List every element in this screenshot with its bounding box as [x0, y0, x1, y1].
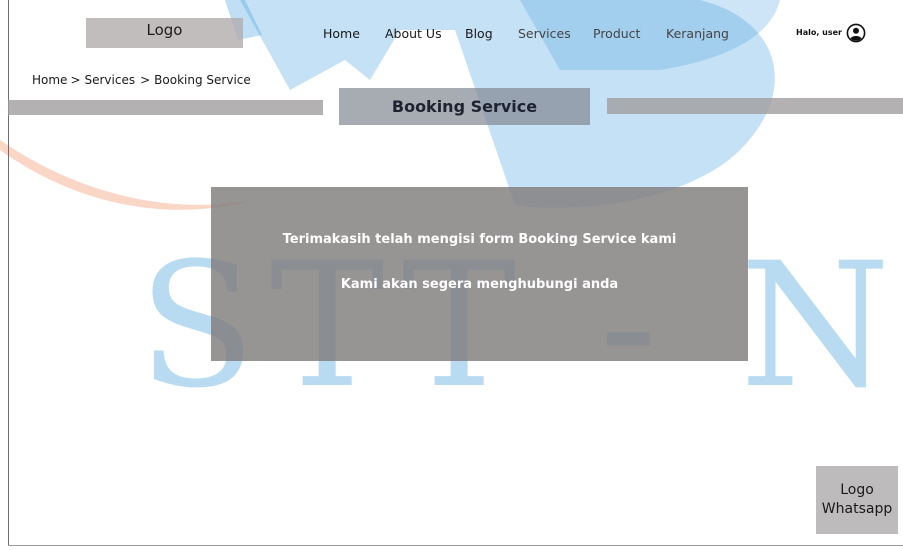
confirmation-thanks-text: Terimakasih telah mengisi form Booking S… [282, 232, 677, 247]
whatsapp-label-line2: Whatsapp [821, 501, 893, 517]
user-circle-icon[interactable] [846, 23, 866, 43]
nav-keranjang[interactable]: Keranjang [666, 26, 729, 41]
confirmation-card: Terimakasih telah mengisi form Booking S… [211, 187, 748, 361]
nav-blog[interactable]: Blog [465, 26, 493, 41]
whatsapp-label-line1: Logo [840, 482, 874, 499]
user-greeting: Halo, user [796, 28, 842, 37]
nav-product[interactable]: Product [593, 26, 640, 41]
confirmation-contact-text: Kami akan segera menghubungi anda [340, 277, 619, 292]
site-logo-label: Logo [146, 21, 183, 39]
page-title-text: Booking Service [391, 97, 538, 116]
breadcrumb: Home > Services > Booking Service [32, 73, 251, 87]
whatsapp-button[interactable]: Logo Whatsapp [816, 466, 898, 534]
breadcrumb-home[interactable]: Home [32, 73, 67, 87]
breadcrumb-separator: > [140, 73, 151, 87]
breadcrumb-current: Booking Service [154, 73, 251, 87]
nav-home[interactable]: Home [323, 26, 360, 41]
nav-about-us[interactable]: About Us [385, 26, 442, 41]
site-logo[interactable]: Logo [86, 18, 243, 48]
nav-services[interactable]: Services [518, 26, 571, 41]
breadcrumb-services[interactable]: Services [85, 73, 136, 87]
page-title: Booking Service [339, 88, 590, 125]
breadcrumb-separator: > [70, 73, 81, 87]
frame-left-border [8, 0, 9, 546]
title-divider-left [8, 100, 323, 115]
title-divider-right [607, 98, 903, 114]
